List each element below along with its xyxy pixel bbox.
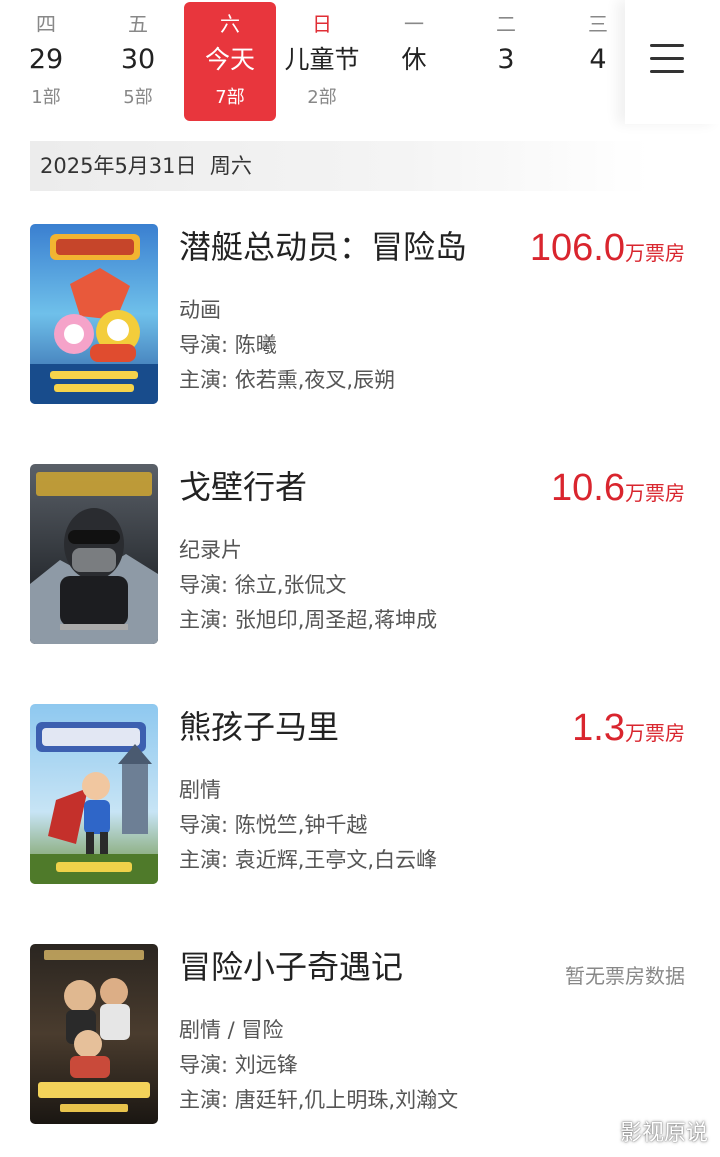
date-tab-tue[interactable]: 二 3 <box>460 2 552 121</box>
movie-director: 导演: 刘远锋 <box>179 1053 298 1077</box>
box-office: 106.0万票房 <box>530 226 685 277</box>
date-selector: 四 29 1部 五 30 5部 六 今天 7部 日 儿童节 2部 一 休 二 3 <box>0 0 720 124</box>
movie-item[interactable]: 冒险小子奇遇记 暂无票房数据 剧情 / 冒险 导演: 刘远锋 主演: 唐廷轩,仉… <box>0 944 720 1134</box>
movie-title[interactable]: 熊孩子马里 <box>179 706 339 748</box>
box-office: 10.6万票房 <box>551 466 685 517</box>
weekday-label: 日 <box>312 12 332 36</box>
box-office-unit: 万票房 <box>625 481 685 505</box>
day-number: 3 <box>497 44 515 75</box>
date-tab-sat-today[interactable]: 六 今天 7部 <box>184 2 276 121</box>
weekday-label: 一 <box>404 12 424 36</box>
movie-poster[interactable] <box>30 944 158 1124</box>
menu-area <box>625 0 720 124</box>
date-tab-thu[interactable]: 四 29 1部 <box>0 2 92 121</box>
box-office: 1.3万票房 <box>572 706 685 757</box>
date-tab-mon[interactable]: 一 休 <box>368 2 460 121</box>
movie-item[interactable]: 熊孩子马里 1.3万票房 剧情 导演: 陈悦竺,钟千越 主演: 袁近辉,王亭文,… <box>0 704 720 894</box>
day-number: 儿童节 <box>284 45 360 74</box>
weekday-label: 六 <box>220 12 240 36</box>
weekday-label: 二 <box>496 12 516 36</box>
movie-cast: 主演: 袁近辉,王亭文,白云峰 <box>179 848 438 872</box>
movie-title[interactable]: 冒险小子奇遇记 <box>179 946 403 988</box>
box-office-unit: 万票房 <box>625 241 685 265</box>
box-office-amount: 106.0 <box>529 227 625 269</box>
movie-genre: 剧情 <box>179 778 221 802</box>
box-office-unit: 万票房 <box>625 721 685 745</box>
movie-director: 导演: 陈悦竺,钟千越 <box>179 813 368 837</box>
movie-director: 导演: 徐立,张侃文 <box>179 573 347 597</box>
movie-item[interactable]: 戈壁行者 10.6万票房 纪录片 导演: 徐立,张侃文 主演: 张旭印,周圣超,… <box>0 464 720 654</box>
day-number: 休 <box>401 45 427 74</box>
movie-count: 5部 <box>123 87 153 108</box>
movie-genre: 动画 <box>179 298 221 322</box>
movie-cast: 主演: 依若熏,夜叉,辰朔 <box>179 368 396 392</box>
box-office-amount: 1.3 <box>572 707 625 749</box>
weekday-label: 五 <box>128 12 148 36</box>
movie-poster[interactable] <box>30 704 158 884</box>
movie-item[interactable]: 潜艇总动员：冒险岛 106.0万票房 动画 导演: 陈曦 主演: 依若熏,夜叉,… <box>0 224 720 414</box>
movie-title[interactable]: 戈壁行者 <box>179 466 307 508</box>
selected-date-label: 2025年5月31日 周六 <box>40 154 252 178</box>
movie-count: 2部 <box>307 87 337 108</box>
selected-date-bar: 2025年5月31日 周六 <box>30 141 650 191</box>
box-office-amount: 10.6 <box>551 467 625 509</box>
watermark: 影视原说 <box>619 1121 708 1146</box>
movie-schedule-page: 四 29 1部 五 30 5部 六 今天 7部 日 儿童节 2部 一 休 二 3 <box>0 0 720 1157</box>
movie-count: 7部 <box>215 87 245 108</box>
movie-cast: 主演: 唐廷轩,仉上明珠,刘瀚文 <box>179 1088 459 1112</box>
day-number: 今天 <box>204 45 255 74</box>
day-number: 30 <box>120 44 156 75</box>
movie-poster[interactable] <box>30 464 158 644</box>
movie-genre: 纪录片 <box>179 538 242 562</box>
movie-count: 1部 <box>31 87 61 108</box>
no-box-office-label: 暂无票房数据 <box>565 964 685 988</box>
movie-poster[interactable] <box>30 224 158 404</box>
movie-director: 导演: 陈曦 <box>179 333 277 357</box>
day-number: 29 <box>28 44 64 75</box>
movie-genre: 剧情 / 冒险 <box>179 1018 284 1042</box>
hamburger-menu-icon[interactable] <box>650 42 686 74</box>
weekday-label: 四 <box>36 12 56 36</box>
date-tab-sun[interactable]: 日 儿童节 2部 <box>276 2 368 121</box>
movie-title[interactable]: 潜艇总动员：冒险岛 <box>179 226 467 268</box>
date-tab-fri[interactable]: 五 30 5部 <box>92 2 184 121</box>
movie-cast: 主演: 张旭印,周圣超,蒋坤成 <box>179 608 438 632</box>
